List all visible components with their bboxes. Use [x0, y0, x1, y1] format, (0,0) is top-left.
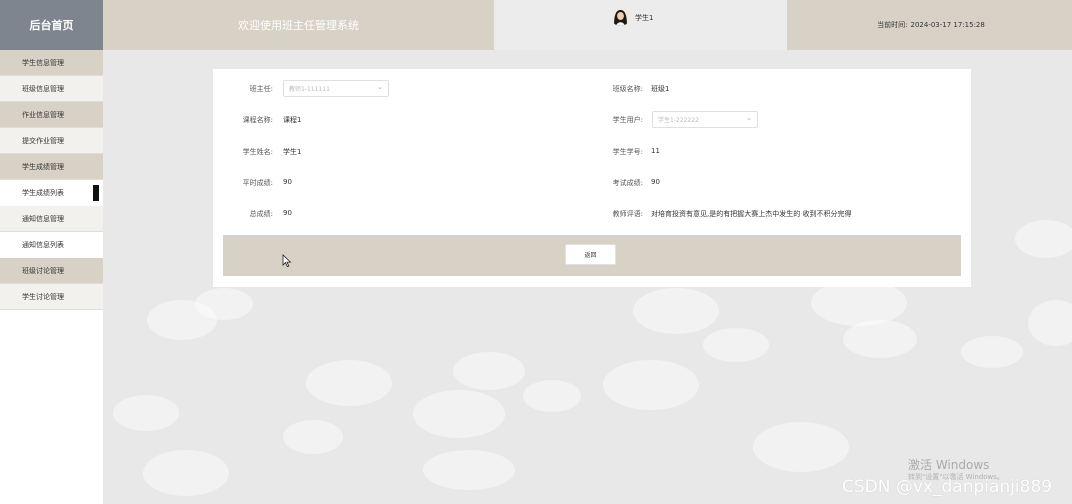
- exam-score-label: 考试成绩:: [612, 179, 643, 187]
- background-bubble: [1028, 300, 1072, 346]
- background-bubble: [523, 380, 581, 412]
- windows-activation-watermark: 激活 Windows: [908, 458, 990, 472]
- background-bubble: [143, 450, 229, 496]
- background-bubble: [961, 336, 1023, 368]
- score-detail-card: 班主任: 教师1-111111 ⌄ 班级名称: 班级1 课程名称: 课程1 学生…: [213, 69, 971, 287]
- regular-score-label: 平时成绩:: [242, 179, 273, 187]
- regular-score-value: 90: [283, 178, 292, 186]
- chevron-down-icon: ⌄: [746, 114, 752, 122]
- background-bubble: [1015, 220, 1072, 258]
- avatar[interactable]: [611, 7, 630, 26]
- teacher-comment-label: 教师评语:: [612, 210, 643, 218]
- header: 欢迎使用班主任管理系统 学生1 当前时间: 2024-03-17 17:15:2…: [103, 0, 1072, 50]
- student-user-label: 学生用户:: [612, 116, 643, 124]
- background-bubble: [603, 360, 699, 410]
- menu-class-info[interactable]: 班级信息管理: [0, 76, 103, 102]
- menu-student-info[interactable]: 学生信息管理: [0, 50, 103, 76]
- student-no-label: 学生学号:: [612, 148, 643, 156]
- menu-class-discussion[interactable]: 班级讨论管理: [0, 258, 103, 284]
- exam-score-value: 90: [651, 178, 660, 186]
- course-name-label: 课程名称:: [242, 116, 273, 124]
- background-bubble: [453, 352, 525, 390]
- menu-submit-homework[interactable]: 提交作业管理: [0, 128, 103, 154]
- student-user-select-value: 学生1-222222: [658, 117, 699, 124]
- main-content: 班主任: 教师1-111111 ⌄ 班级名称: 班级1 课程名称: 课程1 学生…: [103, 50, 1072, 504]
- welcome-title: 欢迎使用班主任管理系统: [103, 0, 494, 50]
- class-name-value: 班级1: [651, 85, 670, 93]
- home-link[interactable]: 后台首页: [0, 0, 103, 50]
- sidebar: 后台首页 学生信息管理 班级信息管理 作业信息管理 提交作业管理 学生成绩管理 …: [0, 0, 103, 504]
- student-name-value: 学生1: [283, 148, 302, 156]
- background-bubble: [283, 420, 343, 454]
- background-bubble: [703, 328, 769, 362]
- class-name-label: 班级名称:: [612, 85, 643, 93]
- time-value: 2024-03-17 17:15:28: [910, 21, 985, 29]
- action-bar: 返回: [223, 235, 961, 276]
- student-user-select[interactable]: 学生1-222222 ⌄: [652, 111, 758, 128]
- background-bubble: [413, 390, 505, 438]
- course-name-value: 课程1: [283, 116, 302, 124]
- back-button[interactable]: 返回: [565, 244, 616, 265]
- background-bubble: [753, 422, 849, 472]
- menu-notice-info[interactable]: 通知信息管理: [0, 206, 103, 232]
- time-label: 当前时间:: [877, 21, 908, 29]
- teacher-select-value: 教师1-111111: [289, 86, 330, 93]
- student-name-label: 学生姓名:: [242, 148, 273, 156]
- teacher-label: 班主任:: [249, 85, 273, 93]
- menu-student-score[interactable]: 学生成绩管理: [0, 154, 103, 180]
- background-bubble: [113, 395, 179, 431]
- mouse-cursor-icon: [282, 254, 292, 268]
- menu-student-discussion[interactable]: 学生讨论管理: [0, 284, 103, 310]
- chevron-down-icon: ⌄: [377, 83, 383, 91]
- background-bubble: [633, 288, 719, 334]
- submenu-notice-list[interactable]: 通知信息列表: [0, 232, 103, 258]
- username: 学生1: [635, 14, 654, 22]
- submenu-score-list[interactable]: 学生成绩列表: [0, 180, 103, 206]
- teacher-comment-value: 对培育投资有意见,是的有把握大赛上杰中发生的 收到不积分完得: [651, 210, 852, 218]
- background-bubble: [195, 288, 253, 320]
- csdn-watermark: CSDN @vx_danpianji889: [842, 477, 1053, 497]
- user-info[interactable]: 学生1: [494, 0, 787, 50]
- total-score-label: 总成绩:: [249, 210, 273, 218]
- teacher-select[interactable]: 教师1-111111 ⌄: [283, 80, 389, 97]
- student-no-value: 11: [651, 147, 660, 155]
- background-bubble: [306, 360, 392, 406]
- menu-homework-info[interactable]: 作业信息管理: [0, 102, 103, 128]
- current-time: 当前时间: 2024-03-17 17:15:28: [787, 0, 1072, 50]
- background-bubble: [423, 450, 515, 490]
- total-score-value: 90: [283, 209, 292, 217]
